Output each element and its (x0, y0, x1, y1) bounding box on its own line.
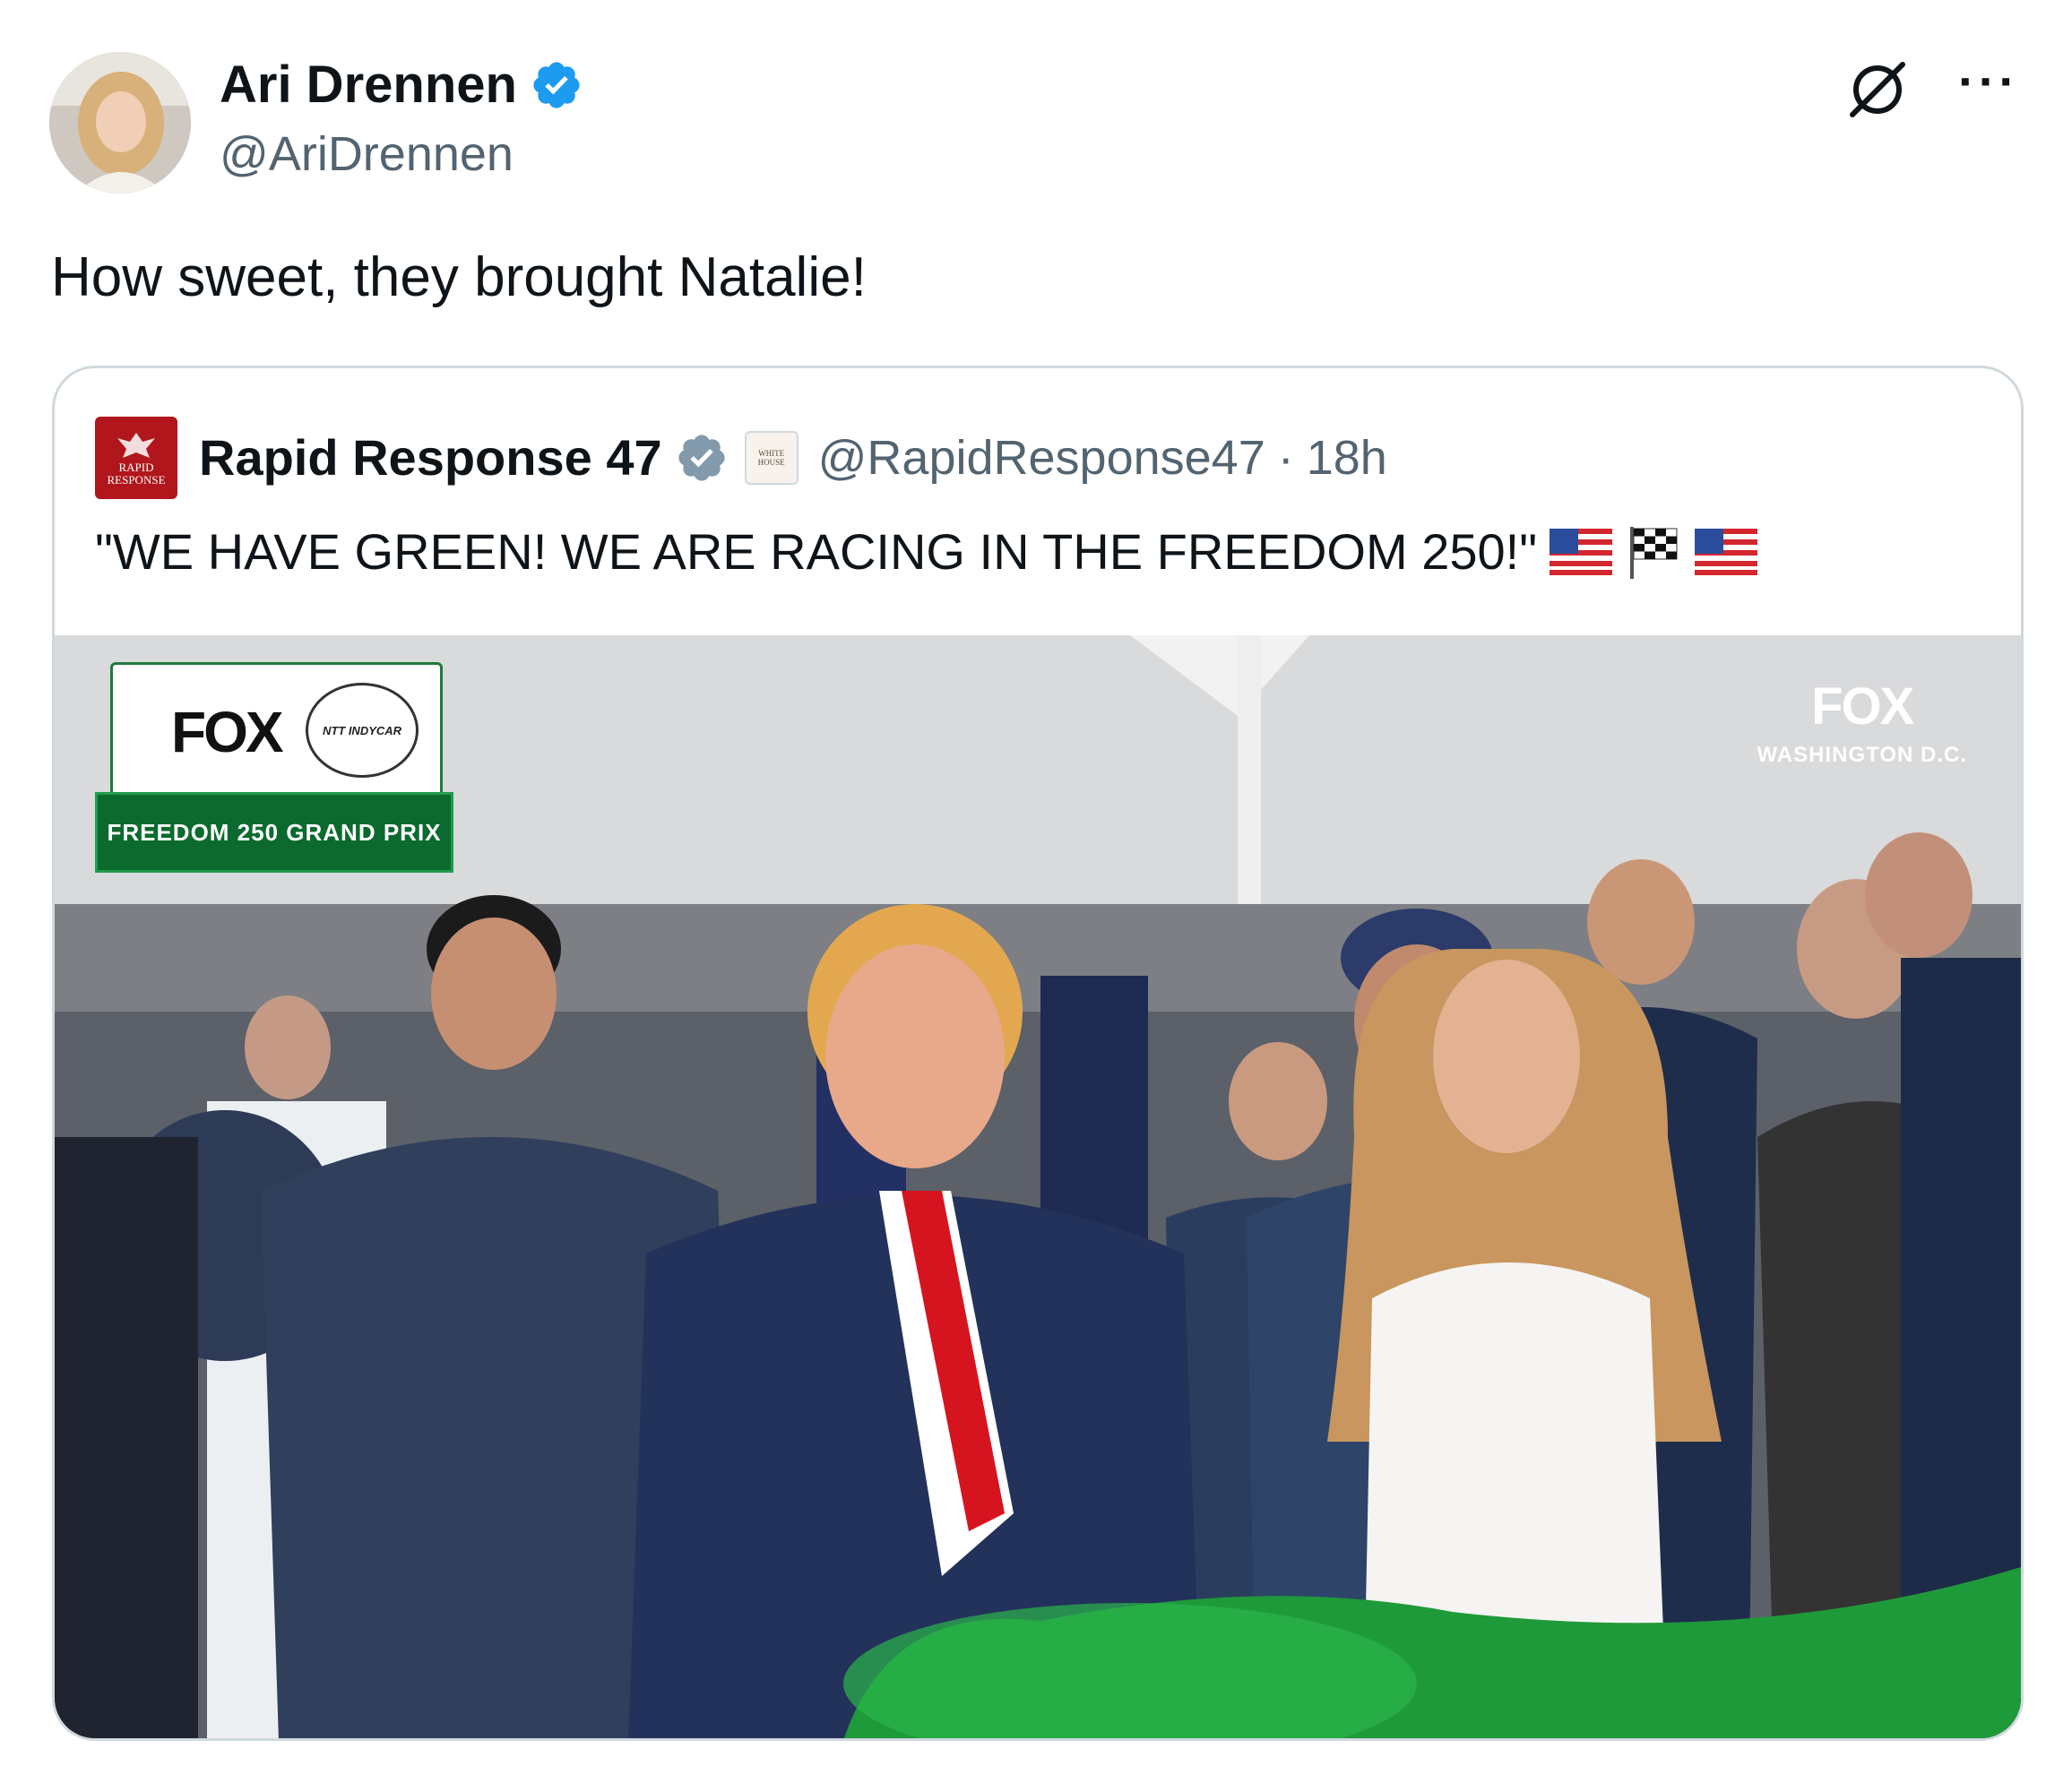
quoted-tweet-time[interactable]: 18h (1307, 426, 1387, 489)
affiliation-badge[interactable]: WHITE HOUSE (744, 431, 799, 485)
quoted-tweet-card[interactable]: RAPID RESPONSE Rapid Response 47 WHITE H… (52, 366, 2024, 1741)
meta-separator: · (1277, 431, 1294, 485)
quoted-avatar-label: RAPID RESPONSE (107, 461, 166, 487)
us-flag-emoji (1695, 529, 1758, 575)
quoted-tweet-header: RAPID RESPONSE Rapid Response 47 WHITE H… (95, 413, 1387, 503)
fox-corner-logo: FOX (1811, 677, 1914, 736)
author-avatar[interactable] (49, 52, 191, 194)
author-display-name[interactable]: Ari Drennen (220, 54, 583, 116)
author-block: Ari Drennen @AriDrennen (220, 54, 583, 185)
author-name-text[interactable]: Ari Drennen (220, 54, 517, 116)
fox-indycar-bug: FOX NTT INDYCAR (110, 662, 443, 802)
author-handle[interactable]: @AriDrennen (220, 124, 583, 185)
fox-logo: FOX (171, 700, 284, 764)
fox-dc-watermark: FOX WASHINGTON D.C. (1757, 680, 1967, 768)
quoted-tweet-text-row: "WE HAVE GREEN! WE ARE RACING IN THE FRE… (95, 521, 1758, 583)
affiliation-label: WHITE HOUSE (757, 449, 785, 467)
more-options-button[interactable]: ··· (1958, 55, 2019, 125)
quoted-author-avatar[interactable]: RAPID RESPONSE (95, 417, 177, 499)
eagle-emblem-icon (117, 433, 155, 458)
gray-verified-badge-icon (678, 435, 725, 481)
fox-corner-location: WASHINGTON D.C. (1757, 743, 1967, 767)
grok-icon[interactable] (1842, 54, 1913, 125)
verified-badge-icon (533, 62, 580, 108)
race-banner: FREEDOM 250 GRAND PRIX (95, 792, 453, 873)
indycar-label: NTT INDYCAR (322, 723, 402, 737)
quoted-tweet-text: "WE HAVE GREEN! WE ARE RACING IN THE FRE… (95, 523, 1538, 580)
us-flag-emoji (1550, 529, 1613, 575)
quoted-author-handle[interactable]: @RapidResponse47 (818, 426, 1265, 489)
indycar-logo: NTT INDYCAR (306, 683, 419, 778)
quoted-author-name[interactable]: Rapid Response 47 (199, 426, 662, 489)
checkered-flag-emoji (1630, 527, 1678, 579)
video-media[interactable]: FOX NTT INDYCAR FREEDOM 250 GRAND PRIX F… (55, 635, 2021, 1738)
tweet: Ari Drennen @AriDrennen ··· How sweet, t… (0, 0, 2046, 1792)
race-banner-text: FREEDOM 250 GRAND PRIX (107, 818, 442, 846)
top-actions: ··· (1842, 54, 2019, 125)
tweet-text: How sweet, they brought Natalie! (51, 246, 867, 308)
